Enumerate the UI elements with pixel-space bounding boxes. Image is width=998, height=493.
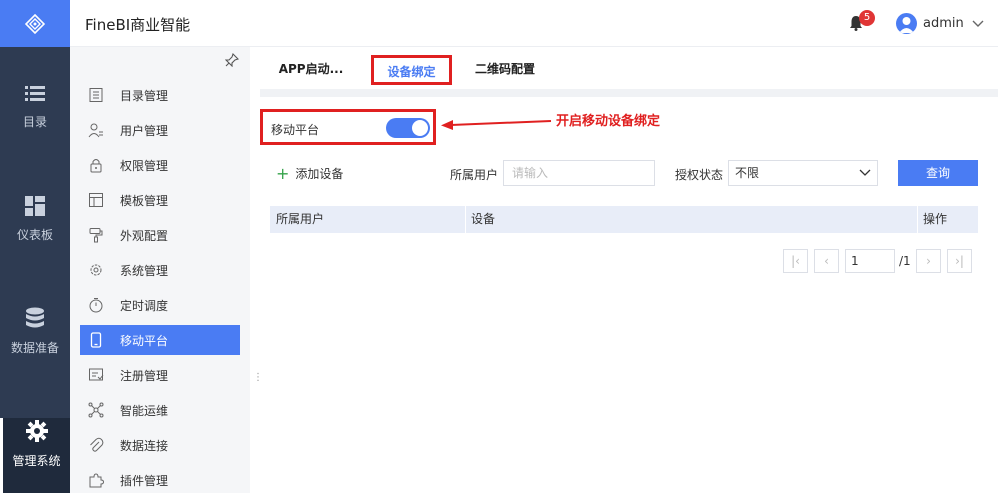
puzzle-icon [89,473,104,488]
toggle-label: 移动平台 [271,123,320,137]
rail-item-label: 目录 [22,115,47,129]
add-device-label: 添加设备 [295,167,344,181]
sidebar-item-label: 插件管理 [120,473,169,488]
mobile-platform-switch[interactable] [386,118,430,138]
sidebar-item-mobile[interactable]: 移动平台 [80,325,240,355]
add-device-button[interactable]: + 添加设备 [276,165,343,182]
sidebar-item-label: 目录管理 [120,88,169,103]
page-total: /1 [899,254,911,268]
primary-nav-rail: 目录 仪表板 数据准备 管理系统 [0,0,70,493]
rail-item-admin[interactable]: 管理系统 [0,418,70,493]
page-number-input[interactable]: 1 [845,249,895,273]
query-button[interactable]: 查询 [898,160,978,186]
filter-status-value: 不限 [735,166,760,180]
column-header-user[interactable]: 所属用户 [270,206,324,233]
sidebar-item-permissions[interactable]: 权限管理 [80,150,240,180]
prev-page-button[interactable]: ‹ [814,249,839,273]
gear-icon [25,420,48,442]
sidebar-item-schedule[interactable]: 定时调度 [80,290,240,320]
register-icon [89,368,104,381]
sidebar-item-label: 模板管理 [120,193,169,208]
sidebar: 目录管理 用户管理 权限管理 模板管理 外观配置 系统管理 定时调度 移动平台 [70,47,250,493]
mobile-platform-toggle-row: 移动平台 [260,109,436,145]
app-root: 目录 仪表板 数据准备 管理系统 FineBI商业智能 5 admin 目录管理… [0,0,998,493]
rail-item-data-prep[interactable]: 数据准备 [0,307,70,377]
paperclip-icon [90,437,104,452]
sidebar-item-system[interactable]: 系统管理 [80,255,240,285]
chevron-down-icon [859,169,871,176]
dashboard-icon [25,196,45,216]
rail-item-dashboard[interactable]: 仪表板 [0,196,70,266]
sidebar-item-label: 智能运维 [120,403,169,418]
sidebar-item-data-connection[interactable]: 数据连接 [80,430,240,460]
sidebar-item-ops[interactable]: 智能运维 [80,395,240,425]
sidebar-item-label: 移动平台 [120,333,169,348]
plus-icon: + [276,163,290,183]
pin-icon[interactable] [225,53,239,67]
network-icon [88,402,104,418]
timer-icon [89,298,103,313]
user-avatar-icon [899,17,914,33]
user-menu[interactable]: admin [896,13,984,34]
device-binding-panel: 移动平台 开启移动设备绑定 + 添加设备 所属用户 授权状态 不限 [260,97,998,493]
avatar [896,13,917,34]
sidebar-item-label: 用户管理 [120,123,169,138]
sidebar-item-label: 外观配置 [120,228,169,243]
sidebar-item-label: 定时调度 [120,298,169,313]
sidebar-item-label: 权限管理 [120,158,169,173]
sidebar-item-plugins[interactable]: 插件管理 [80,465,240,493]
switch-knob [412,120,428,136]
catalog-icon [89,88,103,102]
mobile-icon [90,332,102,348]
column-header-actions[interactable]: 操作 [917,206,947,233]
sidebar-item-templates[interactable]: 模板管理 [80,185,240,215]
settings-icon [90,264,102,276]
user-icon [88,123,103,138]
sidebar-item-label: 注册管理 [120,368,169,383]
first-page-button[interactable]: |‹ [783,249,808,273]
rail-item-label: 数据准备 [10,341,59,355]
annotation-text: 开启移动设备绑定 [556,114,661,129]
chevron-down-icon [972,20,984,27]
filter-status-label: 授权状态 [675,168,724,182]
sidebar-item-appearance[interactable]: 外观配置 [80,220,240,250]
annotation-arrow-icon [441,120,552,130]
sidebar-item-label: 系统管理 [120,263,169,278]
lock-icon [90,159,102,173]
device-table-header: 所属用户 设备 操作 [270,206,978,233]
filter-user-input[interactable] [503,160,655,186]
rail-item-label: 管理系统 [12,454,61,468]
tab-device-binding[interactable]: 设备绑定 [371,55,452,85]
rail-item-label: 仪表板 [16,228,53,242]
template-icon [89,193,103,207]
sidebar-item-label: 数据连接 [120,438,169,453]
tab-bar: APP启动... 设备绑定 二维码配置 [260,47,998,89]
database-icon [26,307,44,328]
list-icon [25,86,45,101]
filter-status-select[interactable]: 不限 [728,160,878,186]
sidebar-item-catalog-mgmt[interactable]: 目录管理 [80,80,240,110]
logo-icon [25,13,45,34]
tab-qrcode-config[interactable]: 二维码配置 [465,55,545,85]
next-page-button[interactable]: › [916,249,941,273]
paint-roller-icon [89,228,103,243]
user-name: admin [923,16,964,31]
app-logo[interactable] [0,0,70,47]
sidebar-item-register[interactable]: 注册管理 [80,360,240,390]
main-content: APP启动... 设备绑定 二维码配置 移动平台 开启移动设备绑定 + 添加设备… [260,47,998,493]
sidebar-item-users[interactable]: 用户管理 [80,115,240,145]
top-header: FineBI商业智能 5 admin [70,0,998,47]
notification-badge: 5 [859,10,875,26]
last-page-button[interactable]: ›| [947,249,972,273]
rail-item-catalog[interactable]: 目录 [0,85,70,155]
filter-user-label: 所属用户 [450,168,499,182]
column-header-device[interactable]: 设备 [465,206,495,233]
app-title: FineBI商业智能 [85,16,191,34]
tab-app-startup[interactable]: APP启动... [270,55,352,85]
